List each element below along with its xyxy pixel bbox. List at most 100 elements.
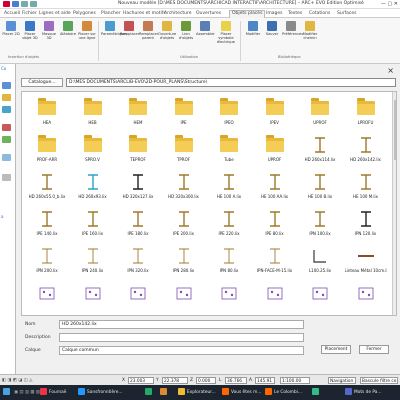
window-controls[interactable]: — ▢ ✕ <box>381 1 398 7</box>
object-item[interactable] <box>163 279 205 315</box>
vertical-scrollbar[interactable] <box>392 92 396 315</box>
close-icon[interactable]: × <box>387 66 394 75</box>
redo-icon[interactable] <box>30 1 37 7</box>
tab-hachures[interactable]: Hachures et motifs <box>123 11 166 16</box>
object-item[interactable] <box>254 279 296 315</box>
filter-toggle[interactable]: Bascule filtre ce <box>360 377 398 384</box>
folder-item[interactable]: IPE <box>163 94 205 131</box>
object-item[interactable]: HE 100 AA.lix <box>254 168 296 205</box>
tab-plancher[interactable]: Plancher <box>101 11 121 16</box>
object-item[interactable]: L100.25.lix <box>299 242 341 279</box>
replace-parent-button[interactable]: Remplacer parent <box>139 21 158 40</box>
taskbar-item[interactable] <box>312 388 321 397</box>
angle-value[interactable]: 145.91 <box>255 377 275 384</box>
folder-item[interactable]: TPROF <box>163 131 205 168</box>
object-item[interactable]: HD 260x114.lix <box>299 131 341 168</box>
scrollbar-thumb[interactable] <box>394 100 396 160</box>
object-item[interactable]: IPN 320.lix <box>117 242 159 279</box>
place-on-line-button[interactable]: Placer sur une ligne <box>78 21 96 40</box>
marker-icon[interactable] <box>2 124 11 131</box>
tab-surfaces[interactable]: Surfaces <box>337 11 357 16</box>
object-item[interactable]: IPE 180.lix <box>117 205 159 242</box>
tab-lignes[interactable]: Lignes et aide <box>39 11 71 16</box>
object-item[interactable]: HD 260x55.0_b.lix <box>26 168 68 205</box>
grid-icon[interactable] <box>2 136 11 143</box>
scale-select[interactable]: 1:100.00 <box>280 377 310 384</box>
taskbar-item[interactable]: Sansfronntière... <box>78 388 123 397</box>
layer-field[interactable]: Calque commun <box>59 346 304 355</box>
x-coordinate[interactable]: 23.003 <box>128 377 154 384</box>
object-item[interactable]: HD 320x300.lix <box>163 168 205 205</box>
assemble-button[interactable]: Assembler <box>196 21 215 36</box>
open-objects-button[interactable]: Ouverture d'objets <box>158 21 176 40</box>
object-item[interactable]: HE 100 A.lix <box>208 168 250 205</box>
replace-button[interactable]: Remplacer <box>120 21 139 36</box>
folder-item[interactable]: HEA <box>26 94 68 131</box>
folder-item[interactable]: IPEO <box>208 94 250 131</box>
tab-images[interactable]: Images <box>266 11 282 16</box>
taskbar-item[interactable]: Mots de Pa... <box>345 388 382 397</box>
object-item[interactable]: Linteau Métal 10cm.lix <box>345 242 387 279</box>
object-item[interactable]: IPE 220.lix <box>208 205 250 242</box>
tab-cotations[interactable]: Cotations <box>309 11 330 16</box>
object-item[interactable] <box>117 279 159 315</box>
folder-item[interactable]: LPROFU <box>345 94 387 131</box>
object-item[interactable]: IPE 200.lix <box>163 205 205 242</box>
y-coordinate[interactable]: 22.378 <box>162 377 188 384</box>
object-item[interactable]: IPN 200.lix <box>26 242 68 279</box>
place-2d-button[interactable]: Placer 2D <box>2 21 20 36</box>
object-item[interactable]: IPE 140.lix <box>26 205 68 242</box>
taskbar-item[interactable]: Fournaë <box>40 388 66 397</box>
undo-icon[interactable] <box>21 1 28 7</box>
object-item[interactable] <box>345 279 387 315</box>
object-item[interactable]: IPN 120.lix <box>345 205 387 242</box>
object-link-button[interactable]: Lien d'objets <box>177 21 195 40</box>
preferences-button[interactable]: Préférences <box>282 21 303 36</box>
tool-icon[interactable] <box>2 174 11 181</box>
object-item[interactable]: HD 260x93.lix <box>72 168 114 205</box>
folder-item[interactable]: UPROF <box>254 131 296 168</box>
object-item[interactable]: IPN 280.lix <box>163 242 205 279</box>
object-item[interactable] <box>208 279 250 315</box>
object-item[interactable] <box>299 279 341 315</box>
object-item[interactable]: HD 320x127.lix <box>117 168 159 205</box>
length-value[interactable]: 36.766 <box>225 377 247 384</box>
left-panel-item[interactable]: Co <box>1 66 6 71</box>
place-button[interactable]: Placement <box>321 345 351 354</box>
object-item[interactable]: HD 260x142.lix <box>345 131 387 168</box>
tab-accueil[interactable]: Accueil <box>4 11 20 16</box>
start-button[interactable] <box>3 388 12 397</box>
modify-path-button[interactable]: Modifier chemin <box>301 21 319 40</box>
taskbar-item[interactable]: Explorateur... <box>178 388 216 397</box>
object-item[interactable]: IPE 160.lix <box>72 205 114 242</box>
tab-ouvertures[interactable]: Ouvertures <box>196 11 221 16</box>
object-item[interactable]: IPE 80.lix <box>254 205 296 242</box>
folder-item[interactable]: IPEV <box>254 94 296 131</box>
tab-polygones[interactable]: Polygones <box>73 11 96 16</box>
layer-icon[interactable] <box>2 82 11 89</box>
object-item[interactable] <box>72 279 114 315</box>
object-item[interactable]: HE 100 B.lix <box>299 168 341 205</box>
folder-item[interactable]: HEM <box>117 94 159 131</box>
object-item[interactable]: IPN 100.lix <box>299 205 341 242</box>
save-icon[interactable] <box>12 1 19 7</box>
folder-item[interactable]: TEPROF <box>117 131 159 168</box>
taskbar-item[interactable] <box>145 388 154 397</box>
name-field[interactable]: HD 260x142.lix <box>59 320 304 329</box>
close-button[interactable]: Fermer <box>359 345 389 354</box>
description-field[interactable] <box>59 333 304 342</box>
tab-fichier[interactable]: Fichier <box>22 11 37 16</box>
save-library-button[interactable]: Sauver <box>263 21 281 36</box>
folder-item[interactable]: SPRO.V <box>72 131 114 168</box>
folder-item[interactable]: PROF-ARR <box>26 131 68 168</box>
z-coordinate[interactable]: 0.000 <box>196 377 216 384</box>
random-button[interactable]: Aléatoire <box>59 21 77 36</box>
taskbar-item[interactable]: Le Colombi... <box>265 388 302 397</box>
folder-item[interactable]: Tube <box>208 131 250 168</box>
folder-item[interactable]: HEB <box>72 94 114 131</box>
tab-architecture[interactable]: Architecture <box>164 11 192 16</box>
left-panel-item[interactable]: a <box>1 214 3 219</box>
object-item[interactable]: IPN-FACE-M-15.lix <box>254 242 296 279</box>
modify-button[interactable]: Modifier <box>244 21 262 36</box>
electric-symbol-button[interactable]: Placer symbole électrique <box>215 21 237 44</box>
